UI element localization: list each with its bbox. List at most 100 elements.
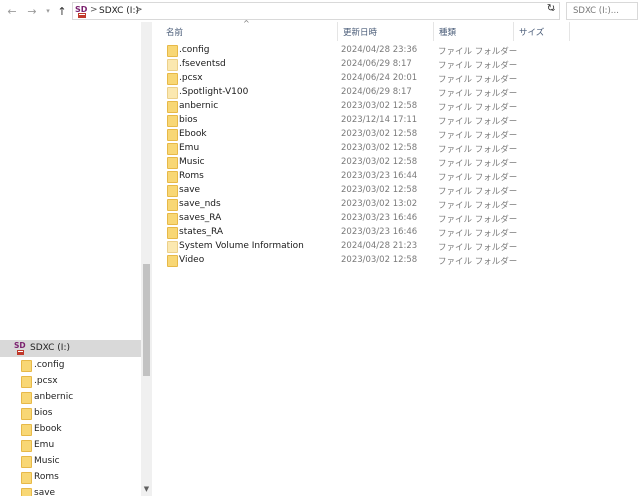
file-type: ファイル フォルダー xyxy=(438,257,518,267)
file-date: 2023/03/23 16:44 xyxy=(341,171,418,181)
file-date: 2024/06/24 20:01 xyxy=(341,73,418,83)
nav-item-label: .pcsx xyxy=(34,376,58,386)
column-divider[interactable] xyxy=(569,22,570,41)
folder-icon xyxy=(167,213,178,225)
folder-icon xyxy=(167,199,178,211)
path-separator: > xyxy=(90,5,98,15)
nav-item-drive[interactable]: SD SDXC (I:) xyxy=(0,340,141,357)
file-type: ファイル フォルダー xyxy=(438,47,518,57)
file-row[interactable]: .config 2024/04/28 23:36 ファイル フォルダー xyxy=(160,44,570,58)
back-button[interactable]: ← xyxy=(4,3,20,19)
folder-icon xyxy=(167,45,178,57)
file-row[interactable]: .pcsx 2024/06/24 20:01 ファイル フォルダー xyxy=(160,72,570,86)
nav-item-folder[interactable]: Music xyxy=(0,454,141,470)
svg-text:SD: SD xyxy=(14,341,26,350)
file-date: 2023/03/02 12:58 xyxy=(341,101,418,111)
search-input[interactable]: SDXC (I:)... xyxy=(566,2,638,20)
file-type: ファイル フォルダー xyxy=(438,173,518,183)
refresh-icon: ↻ xyxy=(546,3,556,14)
folder-icon xyxy=(21,456,32,468)
arrow-left-icon: ← xyxy=(7,4,17,18)
column-header-size[interactable]: サイズ xyxy=(513,22,569,41)
folder-icon xyxy=(21,488,32,496)
file-row[interactable]: Roms 2023/03/23 16:44 ファイル フォルダー xyxy=(160,170,570,184)
nav-item-folder[interactable]: .config xyxy=(0,358,141,374)
path-segment-drive[interactable]: SDXC (I:) xyxy=(99,6,139,16)
file-row[interactable]: .Spotlight-V100 2024/06/29 8:17 ファイル フォル… xyxy=(160,86,570,100)
folder-icon xyxy=(167,101,178,113)
folder-icon xyxy=(167,157,178,169)
file-date: 2023/03/02 12:58 xyxy=(341,143,418,153)
file-name: .Spotlight-V100 xyxy=(179,87,249,97)
file-name: saves_RA xyxy=(179,213,222,223)
nav-item-label: anbernic xyxy=(34,392,74,402)
up-button[interactable]: ↑ xyxy=(54,3,70,19)
column-header-label: 更新日時 xyxy=(343,28,378,38)
file-row[interactable]: saves_RA 2023/03/23 16:46 ファイル フォルダー xyxy=(160,212,570,226)
nav-item-label: bios xyxy=(34,408,53,418)
nav-item-folder[interactable]: .pcsx xyxy=(0,374,141,390)
nav-item-label: Ebook xyxy=(34,424,62,434)
file-row[interactable]: System Volume Information 2024/04/28 21:… xyxy=(160,240,570,254)
svg-text:SD: SD xyxy=(75,5,88,14)
nav-item-folder[interactable]: save xyxy=(0,486,141,496)
file-date: 2023/03/02 12:58 xyxy=(341,185,418,195)
refresh-button[interactable]: ↻ xyxy=(544,3,558,17)
column-header-label: サイズ xyxy=(519,28,545,38)
file-date: 2023/03/02 12:58 xyxy=(341,129,418,139)
file-date: 2024/06/29 8:17 xyxy=(341,59,412,69)
nav-item-label: Roms xyxy=(34,472,59,482)
file-date: 2023/03/02 12:58 xyxy=(341,255,418,265)
file-type: ファイル フォルダー xyxy=(438,243,518,253)
nav-item-folder[interactable]: Roms xyxy=(0,470,141,486)
file-row[interactable]: states_RA 2023/03/23 16:46 ファイル フォルダー xyxy=(160,226,570,240)
file-row[interactable]: save_nds 2023/03/02 13:02 ファイル フォルダー xyxy=(160,198,570,212)
file-row[interactable]: bios 2023/12/14 17:11 ファイル フォルダー xyxy=(160,114,570,128)
file-name: Roms xyxy=(179,171,204,181)
file-row[interactable]: Video 2023/03/02 12:58 ファイル フォルダー xyxy=(160,254,570,268)
file-row[interactable]: Music 2023/03/02 12:58 ファイル フォルダー xyxy=(160,156,570,170)
file-type: ファイル フォルダー xyxy=(438,117,518,127)
file-row[interactable]: anbernic 2023/03/02 12:58 ファイル フォルダー xyxy=(160,100,570,114)
nav-item-folder[interactable]: anbernic xyxy=(0,390,141,406)
folder-icon xyxy=(167,171,178,183)
file-type: ファイル フォルダー xyxy=(438,201,518,211)
nav-item-folder[interactable]: Emu xyxy=(0,438,141,454)
file-type: ファイル フォルダー xyxy=(438,187,518,197)
address-bar[interactable]: SD > SDXC (I:) > ⌄ xyxy=(72,2,560,20)
file-date: 2024/06/29 8:17 xyxy=(341,87,412,97)
file-name: Video xyxy=(179,255,205,265)
folder-icon xyxy=(167,129,178,141)
path-separator: > xyxy=(135,5,143,15)
folder-icon xyxy=(21,472,32,484)
file-name: bios xyxy=(179,115,198,125)
file-type: ファイル フォルダー xyxy=(438,159,518,169)
column-header-label: 種類 xyxy=(439,28,457,38)
forward-button[interactable]: → xyxy=(24,3,40,19)
file-name: .config xyxy=(179,45,210,55)
file-row[interactable]: .fseventsd 2024/06/29 8:17 ファイル フォルダー xyxy=(160,58,570,72)
nav-item-folder[interactable]: Ebook xyxy=(0,422,141,438)
nav-item-label: save xyxy=(34,488,56,496)
nav-scrollbar-thumb[interactable] xyxy=(143,264,150,376)
folder-icon xyxy=(167,241,178,253)
scroll-down-arrow-icon[interactable]: ▼ xyxy=(142,485,151,494)
column-header-date[interactable]: 更新日時 xyxy=(337,22,433,41)
file-row[interactable]: Emu 2023/03/02 12:58 ファイル フォルダー xyxy=(160,142,570,156)
file-row[interactable]: Ebook 2023/03/02 12:58 ファイル フォルダー xyxy=(160,128,570,142)
nav-scrollbar[interactable]: ▼ xyxy=(141,22,152,496)
sd-card-icon: SD xyxy=(75,5,88,18)
file-name: Emu xyxy=(179,143,200,153)
file-name: Music xyxy=(179,157,205,167)
folder-icon xyxy=(167,143,178,155)
file-type: ファイル フォルダー xyxy=(438,131,518,141)
file-row[interactable]: save 2023/03/02 12:58 ファイル フォルダー xyxy=(160,184,570,198)
folder-icon xyxy=(167,115,178,127)
nav-item-folder[interactable]: bios xyxy=(0,406,141,422)
file-date: 2024/04/28 23:36 xyxy=(341,45,418,55)
file-type: ファイル フォルダー xyxy=(438,61,518,71)
column-header-type[interactable]: 種類 xyxy=(433,22,513,41)
file-date: 2023/12/14 17:11 xyxy=(341,115,418,125)
folder-icon xyxy=(21,408,32,420)
file-type: ファイル フォルダー xyxy=(438,75,518,85)
